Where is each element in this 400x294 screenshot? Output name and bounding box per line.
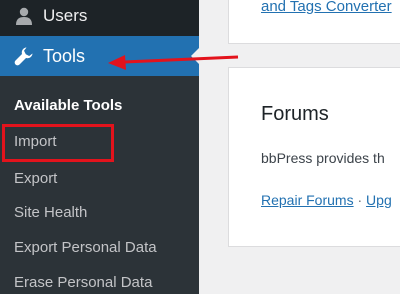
- annotation-arrow: [108, 55, 239, 70]
